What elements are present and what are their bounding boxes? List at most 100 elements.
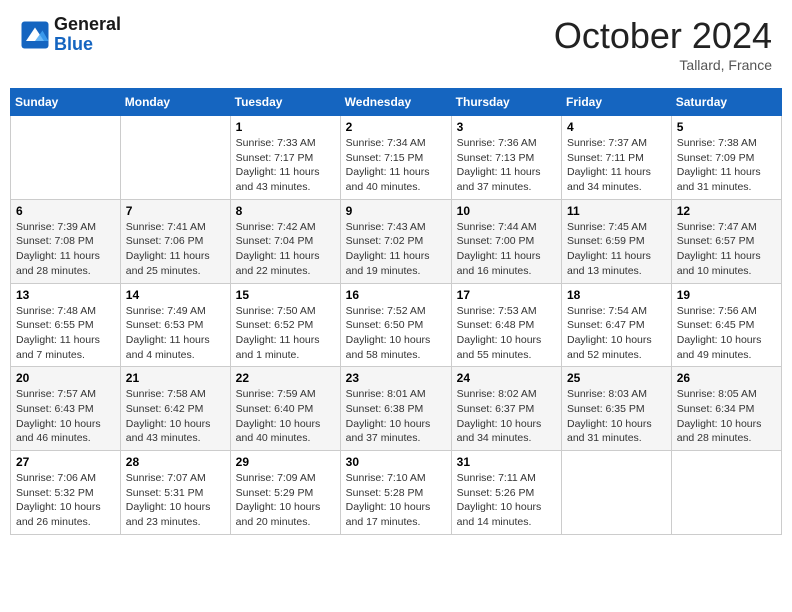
day-info: Sunrise: 7:09 AM Sunset: 5:29 PM Dayligh… [236,471,335,530]
calendar-cell [562,451,672,535]
weekday-header-tuesday: Tuesday [230,89,340,116]
day-number: 23 [346,371,446,385]
day-number: 27 [16,455,115,469]
day-info: Sunrise: 7:44 AM Sunset: 7:00 PM Dayligh… [457,220,556,279]
calendar-week-5: 27 Sunrise: 7:06 AM Sunset: 5:32 PM Dayli… [11,451,782,535]
calendar-cell: 15Sunrise: 7:50 AM Sunset: 6:52 PM Dayli… [230,283,340,367]
day-info: Sunrise: 8:03 AM Sunset: 6:35 PM Dayligh… [567,387,666,446]
day-number: 2 [346,120,446,134]
calendar-week-3: 13 Sunrise: 7:48 AM Sunset: 6:55 PM Dayli… [11,283,782,367]
weekday-header-friday: Friday [562,89,672,116]
day-info: Sunrise: 7:33 AM Sunset: 7:17 PM Dayligh… [236,136,335,195]
logo-line1: General [54,15,121,35]
calendar-cell: 31 Sunrise: 7:11 AM Sunset: 5:26 PM Dayli… [451,451,561,535]
day-info: Sunrise: 7:48 AM Sunset: 6:55 PM Dayligh… [16,304,115,363]
logo-line2: Blue [54,35,121,55]
day-number: 31 [457,455,556,469]
day-info: Sunrise: 7:42 AM Sunset: 7:04 PM Dayligh… [236,220,335,279]
weekday-header-wednesday: Wednesday [340,89,451,116]
calendar-cell: 10 Sunrise: 7:44 AM Sunset: 7:00 PM Dayli… [451,199,561,283]
day-info: Sunrise: 7:07 AM Sunset: 5:31 PM Dayligh… [126,471,225,530]
calendar-cell: 12 Sunrise: 7:47 AM Sunset: 6:57 PM Dayli… [671,199,781,283]
calendar-cell: 17 Sunrise: 7:53 AM Sunset: 6:48 PM Dayli… [451,283,561,367]
weekday-header-row: SundayMondayTuesdayWednesdayThursdayFrid… [11,89,782,116]
day-number: 7 [126,204,225,218]
day-info: Sunrise: 7:43 AM Sunset: 7:02 PM Dayligh… [346,220,446,279]
day-info: Sunrise: 7:37 AM Sunset: 7:11 PM Dayligh… [567,136,666,195]
day-number: 13 [16,288,115,302]
calendar-cell: 27 Sunrise: 7:06 AM Sunset: 5:32 PM Dayli… [11,451,121,535]
calendar-cell: 7Sunrise: 7:41 AM Sunset: 7:06 PM Daylig… [120,199,230,283]
calendar-cell: 9 Sunrise: 7:43 AM Sunset: 7:02 PM Daylig… [340,199,451,283]
weekday-header-sunday: Sunday [11,89,121,116]
day-info: Sunrise: 7:39 AM Sunset: 7:08 PM Dayligh… [16,220,115,279]
calendar-cell: 19 Sunrise: 7:56 AM Sunset: 6:45 PM Dayli… [671,283,781,367]
title-block: October 2024 Tallard, France [554,15,772,73]
calendar-table: SundayMondayTuesdayWednesdayThursdayFrid… [10,88,782,535]
day-number: 25 [567,371,666,385]
calendar-cell: 1 Sunrise: 7:33 AM Sunset: 7:17 PM Daylig… [230,116,340,200]
day-info: Sunrise: 7:06 AM Sunset: 5:32 PM Dayligh… [16,471,115,530]
calendar-cell: 21Sunrise: 7:58 AM Sunset: 6:42 PM Dayli… [120,367,230,451]
calendar-cell: 14 Sunrise: 7:49 AM Sunset: 6:53 PM Dayli… [120,283,230,367]
logo-icon [20,20,50,50]
day-number: 3 [457,120,556,134]
day-number: 26 [677,371,776,385]
calendar-cell: 26Sunrise: 8:05 AM Sunset: 6:34 PM Dayli… [671,367,781,451]
page-header: General Blue October 2024 Tallard, Franc… [10,10,782,78]
day-number: 17 [457,288,556,302]
calendar-cell: 16Sunrise: 7:52 AM Sunset: 6:50 PM Dayli… [340,283,451,367]
calendar-cell: 4Sunrise: 7:37 AM Sunset: 7:11 PM Daylig… [562,116,672,200]
day-info: Sunrise: 7:47 AM Sunset: 6:57 PM Dayligh… [677,220,776,279]
day-info: Sunrise: 7:50 AM Sunset: 6:52 PM Dayligh… [236,304,335,363]
day-info: Sunrise: 7:53 AM Sunset: 6:48 PM Dayligh… [457,304,556,363]
day-number: 29 [236,455,335,469]
day-info: Sunrise: 7:10 AM Sunset: 5:28 PM Dayligh… [346,471,446,530]
day-info: Sunrise: 7:58 AM Sunset: 6:42 PM Dayligh… [126,387,225,446]
calendar-cell: 30Sunrise: 7:10 AM Sunset: 5:28 PM Dayli… [340,451,451,535]
day-number: 5 [677,120,776,134]
day-info: Sunrise: 7:56 AM Sunset: 6:45 PM Dayligh… [677,304,776,363]
day-info: Sunrise: 7:45 AM Sunset: 6:59 PM Dayligh… [567,220,666,279]
day-number: 6 [16,204,115,218]
location: Tallard, France [554,57,772,73]
day-number: 10 [457,204,556,218]
day-number: 16 [346,288,446,302]
day-info: Sunrise: 8:01 AM Sunset: 6:38 PM Dayligh… [346,387,446,446]
day-info: Sunrise: 7:57 AM Sunset: 6:43 PM Dayligh… [16,387,115,446]
calendar-cell: 18 Sunrise: 7:54 AM Sunset: 6:47 PM Dayli… [562,283,672,367]
day-number: 19 [677,288,776,302]
month-title: October 2024 [554,15,772,57]
calendar-week-1: 1 Sunrise: 7:33 AM Sunset: 7:17 PM Daylig… [11,116,782,200]
day-info: Sunrise: 8:02 AM Sunset: 6:37 PM Dayligh… [457,387,556,446]
calendar-week-4: 20Sunrise: 7:57 AM Sunset: 6:43 PM Dayli… [11,367,782,451]
day-number: 18 [567,288,666,302]
day-number: 12 [677,204,776,218]
calendar-cell: 20Sunrise: 7:57 AM Sunset: 6:43 PM Dayli… [11,367,121,451]
day-info: Sunrise: 7:34 AM Sunset: 7:15 PM Dayligh… [346,136,446,195]
day-number: 9 [346,204,446,218]
weekday-header-monday: Monday [120,89,230,116]
calendar-cell: 28Sunrise: 7:07 AM Sunset: 5:31 PM Dayli… [120,451,230,535]
calendar-cell: 11Sunrise: 7:45 AM Sunset: 6:59 PM Dayli… [562,199,672,283]
calendar-cell: 13 Sunrise: 7:48 AM Sunset: 6:55 PM Dayli… [11,283,121,367]
calendar-cell: 2 Sunrise: 7:34 AM Sunset: 7:15 PM Daylig… [340,116,451,200]
calendar-cell: 22Sunrise: 7:59 AM Sunset: 6:40 PM Dayli… [230,367,340,451]
calendar-week-2: 6 Sunrise: 7:39 AM Sunset: 7:08 PM Daylig… [11,199,782,283]
day-info: Sunrise: 7:11 AM Sunset: 5:26 PM Dayligh… [457,471,556,530]
weekday-header-saturday: Saturday [671,89,781,116]
calendar-cell: 24Sunrise: 8:02 AM Sunset: 6:37 PM Dayli… [451,367,561,451]
calendar-cell [120,116,230,200]
weekday-header-thursday: Thursday [451,89,561,116]
calendar-body: 1 Sunrise: 7:33 AM Sunset: 7:17 PM Daylig… [11,116,782,535]
day-info: Sunrise: 7:49 AM Sunset: 6:53 PM Dayligh… [126,304,225,363]
day-info: Sunrise: 7:36 AM Sunset: 7:13 PM Dayligh… [457,136,556,195]
day-number: 14 [126,288,225,302]
calendar-cell [11,116,121,200]
calendar-cell: 25 Sunrise: 8:03 AM Sunset: 6:35 PM Dayli… [562,367,672,451]
calendar-cell: 29 Sunrise: 7:09 AM Sunset: 5:29 PM Dayli… [230,451,340,535]
day-info: Sunrise: 7:54 AM Sunset: 6:47 PM Dayligh… [567,304,666,363]
day-number: 1 [236,120,335,134]
logo: General Blue [20,15,121,55]
day-number: 8 [236,204,335,218]
